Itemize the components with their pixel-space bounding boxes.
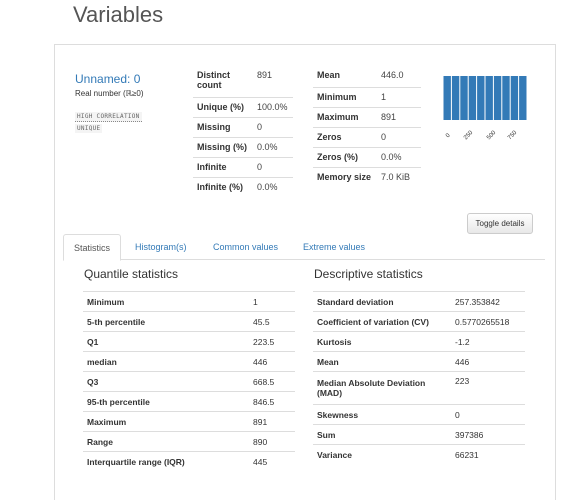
stat-label: Minimum xyxy=(83,291,249,312)
quantile-statistics-table: Minimum 1 5-th percentile 45.5 Q1 223.5 med… xyxy=(83,291,295,472)
stat-label: Interquartile range (IQR) xyxy=(83,451,249,472)
stat-label: Missing xyxy=(193,116,253,137)
stat-value: 257.353842 xyxy=(451,291,525,312)
mini-histogram[interactable] xyxy=(443,76,527,120)
overview-table-right: Mean 446.0 Minimum 1 Maximum 891 Zeros 0 Zer… xyxy=(313,67,421,197)
tab-common-values[interactable]: Common values xyxy=(203,234,288,260)
stat-value: 890 xyxy=(249,431,295,452)
stat-label: Median Absolute Deviation (MAD) xyxy=(313,371,451,405)
histogram-tick-label: 250 xyxy=(463,129,475,142)
stat-label: Mean xyxy=(313,351,451,372)
stat-label: Variance xyxy=(313,444,451,465)
histogram-bar xyxy=(477,76,485,120)
stat-value: -1.2 xyxy=(451,331,525,352)
mini-histogram-ticks: 0 250 500 750 xyxy=(441,125,531,142)
histogram-tick-label: 0 xyxy=(445,132,452,140)
stat-label: Q3 xyxy=(83,371,249,392)
detail-tabs: Statistics Histogram(s) Common values Ex… xyxy=(63,234,545,261)
stat-value: 7.0 KiB xyxy=(377,166,421,197)
unique-badge: UNIQUE xyxy=(75,124,103,133)
stat-label: Minimum xyxy=(313,86,377,107)
histogram-bar xyxy=(485,76,493,120)
toggle-details-button[interactable]: Toggle details xyxy=(467,213,533,234)
stat-value: 846.5 xyxy=(249,391,295,412)
histogram-tick-label: 750 xyxy=(507,129,519,142)
histogram-bar xyxy=(510,76,519,120)
stat-value: 1 xyxy=(377,86,421,107)
stat-value: 668.5 xyxy=(249,371,295,392)
stat-value: 0.0% xyxy=(253,176,293,197)
stat-label: Mean xyxy=(317,70,341,80)
stat-value: 45.5 xyxy=(249,311,295,332)
stat-value: 223.5 xyxy=(249,331,295,352)
stat-value: 66231 xyxy=(451,444,525,465)
overview-table-left: Distinct count 891 Unique (%) 100.0% Missi… xyxy=(193,67,293,197)
stat-value: 446 xyxy=(451,351,525,372)
variable-card: Unnamed: 0 Real number (ℝ≥0) HIGH CORREL… xyxy=(54,44,556,500)
stat-label: Kurtosis xyxy=(313,331,451,352)
stat-label: Maximum xyxy=(313,106,377,127)
stat-label: Zeros (%) xyxy=(313,146,377,167)
stat-value: 397386 xyxy=(451,424,525,445)
stat-label: Skewness xyxy=(313,404,451,425)
variable-type: Real number (ℝ≥0) xyxy=(75,89,144,98)
stat-label: Infinite (%) xyxy=(193,176,253,197)
variable-name-link[interactable]: Unnamed: 0 xyxy=(75,72,140,86)
stat-value: 0 xyxy=(377,126,421,147)
stat-label: Q1 xyxy=(83,331,249,352)
stat-label: Infinite xyxy=(193,156,253,177)
stat-label: Coefficient of variation (CV) xyxy=(313,311,451,332)
stat-value: 0 xyxy=(253,116,293,137)
stat-label: median xyxy=(83,351,249,372)
histogram-bar xyxy=(502,76,510,120)
page-title: Variables xyxy=(73,2,164,27)
stat-label: 5-th percentile xyxy=(83,311,249,332)
stat-value: 0.0% xyxy=(253,136,293,157)
descriptive-statistics-title: Descriptive statistics xyxy=(314,267,423,281)
quantile-statistics-title: Quantile statistics xyxy=(84,267,179,281)
stat-value: 891 xyxy=(377,106,421,127)
stat-label: Zeros xyxy=(313,126,377,147)
tab-extreme-values[interactable]: Extreme values xyxy=(293,234,375,260)
stat-value: 445 xyxy=(249,451,295,472)
stat-label: Standard deviation xyxy=(313,291,451,312)
stat-label: 95-th percentile xyxy=(83,391,249,412)
stat-value: 0.5770265518 xyxy=(451,311,525,332)
stat-label: Sum xyxy=(313,424,451,445)
stat-value: 446 xyxy=(249,351,295,372)
stat-value: 891 xyxy=(249,411,295,432)
histogram-bar xyxy=(519,76,527,120)
stat-label: Memory size xyxy=(313,166,377,197)
stat-label: Missing (%) xyxy=(193,136,253,157)
stat-value: 223 xyxy=(451,371,525,405)
tab-histograms[interactable]: Histogram(s) xyxy=(125,234,197,260)
tab-statistics[interactable]: Statistics xyxy=(63,234,122,261)
high-correlation-badge[interactable]: HIGH CORRELATION xyxy=(75,112,142,122)
stat-value: 446.0 xyxy=(381,70,404,80)
histogram-bar xyxy=(451,76,460,120)
stat-label: Distinct count xyxy=(197,70,231,90)
stat-value: 891 xyxy=(257,70,273,80)
stat-value: 100.0% xyxy=(253,96,293,117)
stat-value: 0.0% xyxy=(377,146,421,167)
histogram-tick-label: 500 xyxy=(486,129,498,142)
histogram-bar xyxy=(468,76,477,120)
histogram-bar xyxy=(493,76,502,120)
stat-label: Unique (%) xyxy=(193,96,253,117)
histogram-bar xyxy=(443,76,451,120)
stat-value: 0 xyxy=(451,404,525,425)
stat-label: Range xyxy=(83,431,249,452)
histogram-bar xyxy=(460,76,468,120)
descriptive-statistics-table: Standard deviation 257.353842 Coefficient… xyxy=(313,291,525,465)
stat-label: Maximum xyxy=(83,411,249,432)
stat-value: 0 xyxy=(253,156,293,177)
stat-value: 1 xyxy=(249,291,295,312)
